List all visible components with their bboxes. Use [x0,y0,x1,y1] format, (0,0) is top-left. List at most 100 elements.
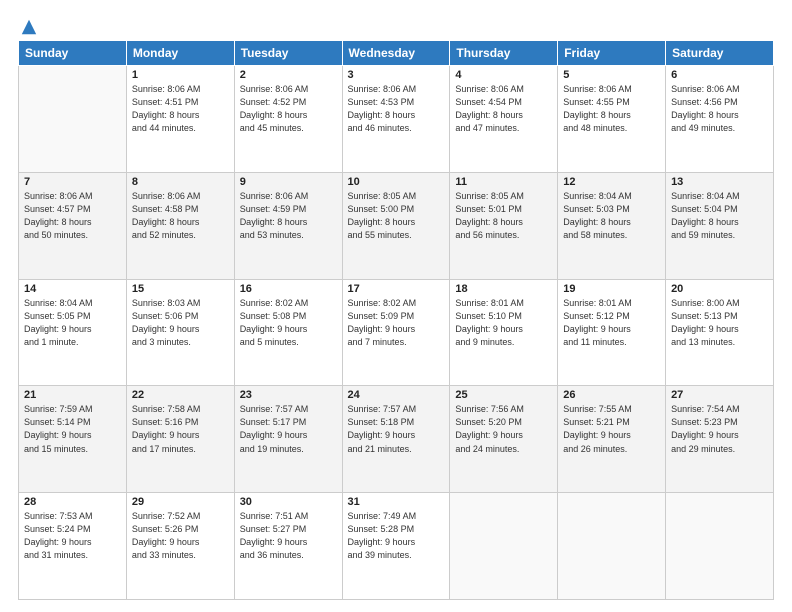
calendar-cell: 7 Sunrise: 8:06 AMSunset: 4:57 PMDaylight… [19,172,127,279]
day-number: 4 [455,69,552,81]
day-info: Sunrise: 8:02 AMSunset: 5:09 PMDaylight:… [348,297,445,349]
day-info: Sunrise: 7:53 AMSunset: 5:24 PMDaylight:… [24,510,121,562]
day-number: 6 [671,69,768,81]
calendar-cell: 1 Sunrise: 8:06 AMSunset: 4:51 PMDaylight… [126,66,234,173]
day-number: 27 [671,389,768,401]
day-number: 13 [671,176,768,188]
weekday-header-friday: Friday [558,41,666,66]
calendar-cell: 5 Sunrise: 8:06 AMSunset: 4:55 PMDaylight… [558,66,666,173]
day-info: Sunrise: 8:06 AMSunset: 4:52 PMDaylight:… [240,83,337,135]
logo-icon [20,18,38,36]
day-number: 7 [24,176,121,188]
day-info: Sunrise: 7:54 AMSunset: 5:23 PMDaylight:… [671,403,768,455]
logo [18,18,38,32]
weekday-row: SundayMondayTuesdayWednesdayThursdayFrid… [19,41,774,66]
calendar-cell: 29 Sunrise: 7:52 AMSunset: 5:26 PMDayligh… [126,493,234,600]
day-number: 31 [348,496,445,508]
day-info: Sunrise: 8:04 AMSunset: 5:05 PMDaylight:… [24,297,121,349]
calendar-cell: 30 Sunrise: 7:51 AMSunset: 5:27 PMDayligh… [234,493,342,600]
day-number: 5 [563,69,660,81]
day-number: 23 [240,389,337,401]
day-number: 9 [240,176,337,188]
day-number: 28 [24,496,121,508]
calendar-cell: 24 Sunrise: 7:57 AMSunset: 5:18 PMDayligh… [342,386,450,493]
calendar-cell: 2 Sunrise: 8:06 AMSunset: 4:52 PMDaylight… [234,66,342,173]
calendar-cell: 19Sunrise: 8:01 AMSunset: 5:12 PMDayligh… [558,279,666,386]
calendar-cell: 28 Sunrise: 7:53 AMSunset: 5:24 PMDayligh… [19,493,127,600]
weekday-header-tuesday: Tuesday [234,41,342,66]
day-number: 14 [24,283,121,295]
calendar-cell: 10 Sunrise: 8:05 AMSunset: 5:00 PMDayligh… [342,172,450,279]
day-number: 29 [132,496,229,508]
calendar-cell: 23 Sunrise: 7:57 AMSunset: 5:17 PMDayligh… [234,386,342,493]
day-info: Sunrise: 8:06 AMSunset: 4:56 PMDaylight:… [671,83,768,135]
calendar-cell: 20 Sunrise: 8:00 AMSunset: 5:13 PMDayligh… [666,279,774,386]
day-info: Sunrise: 8:04 AMSunset: 5:04 PMDaylight:… [671,190,768,242]
day-number: 20 [671,283,768,295]
calendar-cell: 22 Sunrise: 7:58 AMSunset: 5:16 PMDayligh… [126,386,234,493]
day-number: 2 [240,69,337,81]
calendar-cell: 26 Sunrise: 7:55 AMSunset: 5:21 PMDayligh… [558,386,666,493]
calendar-cell: 14 Sunrise: 8:04 AMSunset: 5:05 PMDayligh… [19,279,127,386]
day-info: Sunrise: 8:06 AMSunset: 4:59 PMDaylight:… [240,190,337,242]
day-info: Sunrise: 8:06 AMSunset: 4:54 PMDaylight:… [455,83,552,135]
day-number: 26 [563,389,660,401]
day-info: Sunrise: 7:58 AMSunset: 5:16 PMDaylight:… [132,403,229,455]
calendar-cell: 8 Sunrise: 8:06 AMSunset: 4:58 PMDaylight… [126,172,234,279]
calendar-cell: 25Sunrise: 7:56 AMSunset: 5:20 PMDayligh… [450,386,558,493]
week-row-1: 7 Sunrise: 8:06 AMSunset: 4:57 PMDaylight… [19,172,774,279]
day-number: 30 [240,496,337,508]
day-number: 11 [455,176,552,188]
calendar-cell [19,66,127,173]
day-number: 25 [455,389,552,401]
day-info: Sunrise: 8:06 AMSunset: 4:58 PMDaylight:… [132,190,229,242]
day-info: Sunrise: 8:06 AMSunset: 4:55 PMDaylight:… [563,83,660,135]
page: SundayMondayTuesdayWednesdayThursdayFrid… [0,0,792,612]
day-info: Sunrise: 8:04 AMSunset: 5:03 PMDaylight:… [563,190,660,242]
calendar-cell: 21Sunrise: 7:59 AMSunset: 5:14 PMDayligh… [19,386,127,493]
weekday-header-saturday: Saturday [666,41,774,66]
calendar-cell: 18Sunrise: 8:01 AMSunset: 5:10 PMDayligh… [450,279,558,386]
day-number: 16 [240,283,337,295]
day-info: Sunrise: 8:06 AMSunset: 4:53 PMDaylight:… [348,83,445,135]
day-number: 22 [132,389,229,401]
day-info: Sunrise: 7:55 AMSunset: 5:21 PMDaylight:… [563,403,660,455]
day-number: 8 [132,176,229,188]
calendar-cell: 17 Sunrise: 8:02 AMSunset: 5:09 PMDayligh… [342,279,450,386]
calendar-body: 1 Sunrise: 8:06 AMSunset: 4:51 PMDaylight… [19,66,774,600]
logo-text [18,18,38,36]
day-info: Sunrise: 8:06 AMSunset: 4:51 PMDaylight:… [132,83,229,135]
day-info: Sunrise: 7:52 AMSunset: 5:26 PMDaylight:… [132,510,229,562]
day-number: 19 [563,283,660,295]
day-info: Sunrise: 7:57 AMSunset: 5:17 PMDaylight:… [240,403,337,455]
calendar-cell: 11 Sunrise: 8:05 AMSunset: 5:01 PMDayligh… [450,172,558,279]
calendar-cell [450,493,558,600]
week-row-0: 1 Sunrise: 8:06 AMSunset: 4:51 PMDaylight… [19,66,774,173]
day-number: 3 [348,69,445,81]
day-number: 24 [348,389,445,401]
day-info: Sunrise: 8:03 AMSunset: 5:06 PMDaylight:… [132,297,229,349]
weekday-header-sunday: Sunday [19,41,127,66]
day-number: 17 [348,283,445,295]
weekday-header-monday: Monday [126,41,234,66]
weekday-header-thursday: Thursday [450,41,558,66]
day-info: Sunrise: 8:02 AMSunset: 5:08 PMDaylight:… [240,297,337,349]
day-info: Sunrise: 7:49 AMSunset: 5:28 PMDaylight:… [348,510,445,562]
calendar-cell: 9 Sunrise: 8:06 AMSunset: 4:59 PMDaylight… [234,172,342,279]
calendar-cell: 3 Sunrise: 8:06 AMSunset: 4:53 PMDaylight… [342,66,450,173]
day-info: Sunrise: 7:51 AMSunset: 5:27 PMDaylight:… [240,510,337,562]
day-info: Sunrise: 8:05 AMSunset: 5:00 PMDaylight:… [348,190,445,242]
day-info: Sunrise: 7:57 AMSunset: 5:18 PMDaylight:… [348,403,445,455]
day-number: 18 [455,283,552,295]
day-info: Sunrise: 8:00 AMSunset: 5:13 PMDaylight:… [671,297,768,349]
calendar-header: SundayMondayTuesdayWednesdayThursdayFrid… [19,41,774,66]
weekday-header-wednesday: Wednesday [342,41,450,66]
day-number: 10 [348,176,445,188]
calendar-cell: 15Sunrise: 8:03 AMSunset: 5:06 PMDayligh… [126,279,234,386]
calendar-cell [666,493,774,600]
calendar-cell: 27 Sunrise: 7:54 AMSunset: 5:23 PMDayligh… [666,386,774,493]
day-info: Sunrise: 8:06 AMSunset: 4:57 PMDaylight:… [24,190,121,242]
day-info: Sunrise: 7:59 AMSunset: 5:14 PMDaylight:… [24,403,121,455]
day-info: Sunrise: 8:05 AMSunset: 5:01 PMDaylight:… [455,190,552,242]
day-number: 1 [132,69,229,81]
